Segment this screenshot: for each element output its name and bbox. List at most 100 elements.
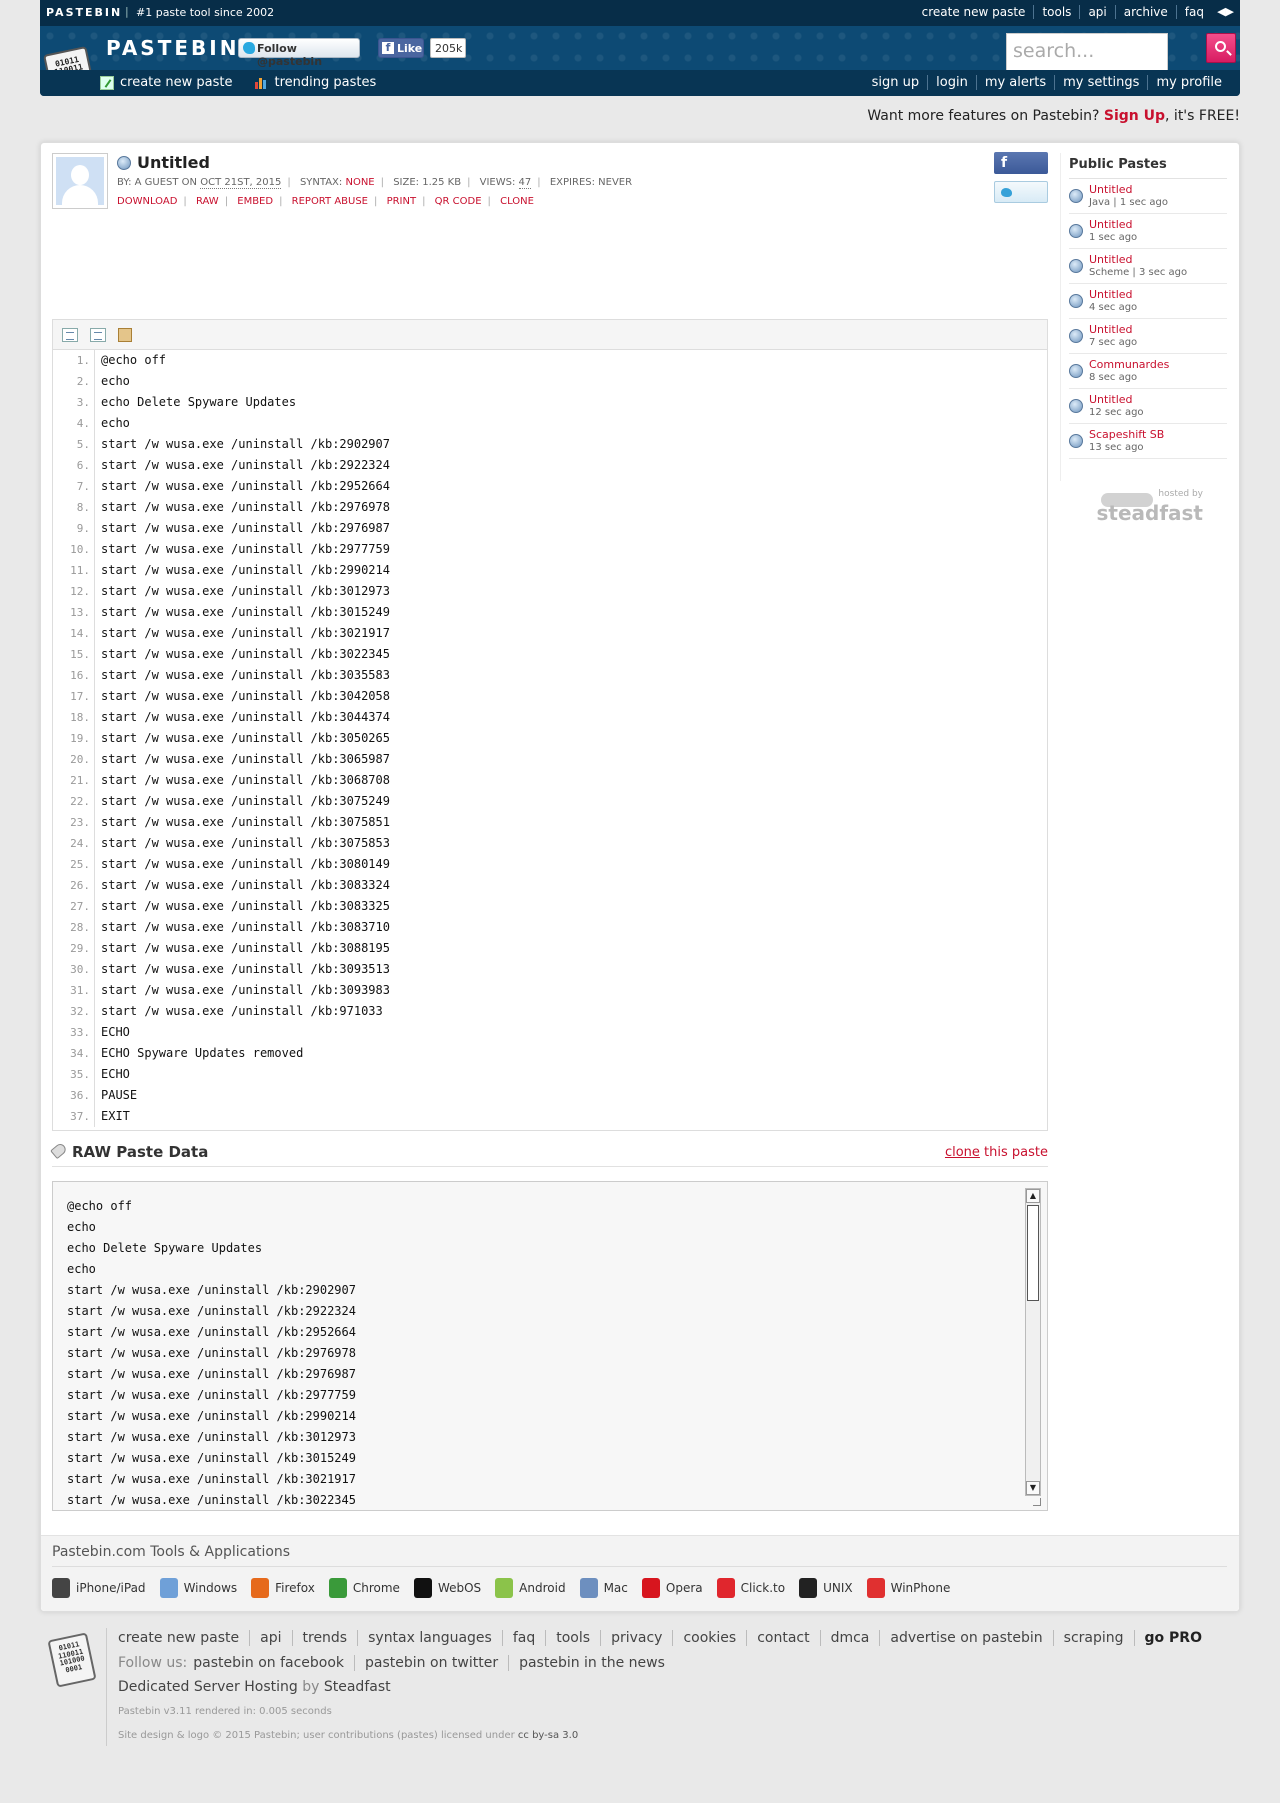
raw-link[interactable]: RAW xyxy=(196,196,219,207)
tool-iphone-ipad[interactable]: iPhone/iPad xyxy=(52,1578,146,1598)
public-paste-item[interactable]: Untitled 12 sec ago xyxy=(1069,389,1227,424)
code-line: 25. start /w wusa.exe /uninstall /kb:3080… xyxy=(53,854,1047,875)
line-content: PAUSE xyxy=(101,1088,138,1102)
public-paste-item[interactable]: Scapeshift SB 13 sec ago xyxy=(1069,424,1227,459)
qr-code-link[interactable]: QR CODE xyxy=(435,196,482,207)
report-abuse-link[interactable]: REPORT ABUSE xyxy=(292,196,368,207)
scroll-thumb[interactable] xyxy=(1027,1205,1039,1301)
line-number: 15. xyxy=(53,644,95,665)
login-link[interactable]: login xyxy=(927,75,976,90)
print-link[interactable]: PRINT xyxy=(387,196,417,207)
brand-small[interactable]: PASTEBIN xyxy=(46,6,122,19)
scroll-up-icon[interactable]: ▲ xyxy=(1026,1189,1040,1203)
footer-link-trends[interactable]: trends xyxy=(291,1630,358,1646)
tool-label: iPhone/iPad xyxy=(76,1581,146,1595)
tool-winphone[interactable]: WinPhone xyxy=(866,1578,950,1598)
hosting-link[interactable]: Dedicated Server Hosting xyxy=(118,1679,298,1695)
line-content: start /w wusa.exe /uninstall /kb:971033 xyxy=(101,1004,383,1018)
tool-unix[interactable]: UNIX xyxy=(799,1578,853,1598)
top-link-archive[interactable]: archive xyxy=(1114,5,1176,19)
logo-text[interactable]: PASTEBIN xyxy=(106,36,239,60)
footer-link-advertise-on-pastebin[interactable]: advertise on pastebin xyxy=(879,1630,1052,1646)
footer-link-scraping[interactable]: scraping xyxy=(1052,1630,1134,1646)
public-paste-item[interactable]: Untitled 7 sec ago xyxy=(1069,319,1227,354)
raw-scrollbar[interactable]: ▲ ▼ xyxy=(1025,1188,1041,1496)
code-line: 27. start /w wusa.exe /uninstall /kb:3083… xyxy=(53,896,1047,917)
twitter-follow-button[interactable]: Follow @pastebin xyxy=(238,38,360,68)
public-paste-name[interactable]: Untitled xyxy=(1089,253,1227,266)
footer-logo-icon[interactable]: 01011 110011 101000 0001 xyxy=(47,1632,97,1688)
footer-link-contact[interactable]: contact xyxy=(746,1630,819,1646)
raw-paste-textarea[interactable]: @echo off echo echo Delete Spyware Updates… xyxy=(52,1181,1048,1511)
tool-mac[interactable]: Mac xyxy=(579,1578,628,1598)
top-link-tools[interactable]: tools xyxy=(1033,5,1079,19)
toggle-line-numbers-icon[interactable] xyxy=(62,328,78,342)
public-paste-item[interactable]: Untitled Java | 1 sec ago xyxy=(1069,179,1227,214)
chrome-icon xyxy=(328,1578,347,1598)
clone-link[interactable]: CLONE xyxy=(500,196,534,207)
public-paste-name[interactable]: Untitled xyxy=(1089,218,1227,231)
my-profile-link[interactable]: my profile xyxy=(1147,75,1230,90)
hosted-by-steadfast[interactable]: hosted by steadfast xyxy=(1095,489,1225,539)
footer-link-faq[interactable]: faq xyxy=(501,1630,545,1646)
my-alerts-link[interactable]: my alerts xyxy=(975,75,1054,90)
scroll-down-icon[interactable]: ▼ xyxy=(1026,1481,1040,1495)
sign-up-link[interactable]: sign up xyxy=(864,75,928,90)
create-new-paste-link[interactable]: create new paste xyxy=(100,75,233,90)
public-globe-icon xyxy=(1069,329,1083,343)
public-paste-name[interactable]: Communardes xyxy=(1089,358,1227,371)
top-link-api[interactable]: api xyxy=(1079,5,1114,19)
search-input[interactable]: search... xyxy=(1006,33,1168,71)
my-settings-link[interactable]: my settings xyxy=(1054,75,1147,90)
tool-click-to[interactable]: Click.to xyxy=(716,1578,785,1598)
tool-chrome[interactable]: Chrome xyxy=(328,1578,400,1598)
footer-facebook-link[interactable]: pastebin on facebook xyxy=(187,1655,354,1671)
public-paste-item[interactable]: Untitled 4 sec ago xyxy=(1069,284,1227,319)
embed-link[interactable]: EMBED xyxy=(237,196,273,207)
expand-arrows-icon[interactable]: ◀▶ xyxy=(1217,5,1234,18)
footer-link-create-new-paste[interactable]: create new paste xyxy=(118,1630,249,1646)
search-button[interactable] xyxy=(1206,33,1236,63)
footer-twitter-link[interactable]: pastebin on twitter xyxy=(354,1655,508,1671)
top-link-create-new-paste[interactable]: create new paste xyxy=(914,5,1034,19)
public-paste-name[interactable]: Untitled xyxy=(1089,288,1227,301)
twitter-share-button[interactable] xyxy=(994,181,1048,203)
public-paste-name[interactable]: Scapeshift SB xyxy=(1089,428,1227,441)
facebook-share-button[interactable]: f xyxy=(994,152,1048,174)
code-line: 18. start /w wusa.exe /uninstall /kb:3044… xyxy=(53,707,1047,728)
footer-link-cookies[interactable]: cookies xyxy=(672,1630,746,1646)
promo-signup-link[interactable]: Sign Up xyxy=(1104,108,1165,124)
hosting-company-link[interactable]: Steadfast xyxy=(324,1679,391,1695)
public-paste-name[interactable]: Untitled xyxy=(1089,393,1227,406)
footer-link-tools[interactable]: tools xyxy=(545,1630,600,1646)
tool-firefox[interactable]: Firefox xyxy=(251,1578,315,1598)
tool-windows[interactable]: Windows xyxy=(159,1578,237,1598)
footer-news-link[interactable]: pastebin in the news xyxy=(508,1655,675,1671)
copy-clipboard-icon[interactable] xyxy=(118,328,132,342)
public-paste-item[interactable]: Communardes 8 sec ago xyxy=(1069,354,1227,389)
trending-pastes-link[interactable]: trending pastes xyxy=(254,75,376,90)
footer-link-privacy[interactable]: privacy xyxy=(600,1630,672,1646)
footer-link-syntax-languages[interactable]: syntax languages xyxy=(357,1630,502,1646)
line-number: 25. xyxy=(53,854,95,875)
public-paste-name[interactable]: Untitled xyxy=(1089,323,1227,336)
top-link-faq[interactable]: faq xyxy=(1175,5,1212,19)
public-paste-item[interactable]: Untitled 1 sec ago xyxy=(1069,214,1227,249)
resize-handle-icon[interactable] xyxy=(1033,1498,1041,1506)
tool-webos[interactable]: WebOS xyxy=(413,1578,481,1598)
download-link[interactable]: DOWNLOAD xyxy=(117,196,177,207)
public-paste-item[interactable]: Untitled Scheme | 3 sec ago xyxy=(1069,249,1227,284)
public-paste-name[interactable]: Untitled xyxy=(1089,183,1227,196)
footer-link-api[interactable]: api xyxy=(249,1630,291,1646)
facebook-like-button[interactable]: f Like xyxy=(378,38,424,58)
meta-syntax-link[interactable]: NONE xyxy=(345,177,374,188)
toggle-wrap-icon[interactable] xyxy=(90,328,106,342)
tool-opera[interactable]: Opera xyxy=(641,1578,703,1598)
license-link[interactable]: cc by-sa 3.0 xyxy=(518,1730,578,1741)
footer-link-dmca[interactable]: dmca xyxy=(819,1630,880,1646)
line-content: start /w wusa.exe /uninstall /kb:3022345 xyxy=(101,647,390,661)
footer-link-go-pro[interactable]: go PRO xyxy=(1133,1630,1212,1646)
footer-hosting: Dedicated Server Hosting by Steadfast xyxy=(118,1679,391,1695)
clone-paste-link[interactable]: clone xyxy=(945,1145,980,1160)
tool-android[interactable]: Android xyxy=(495,1578,566,1598)
